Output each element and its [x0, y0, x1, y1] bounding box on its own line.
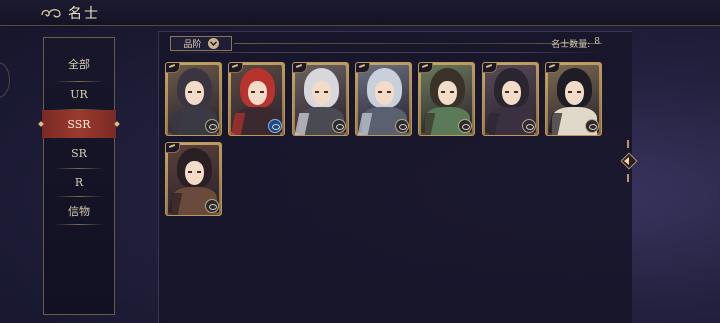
hero-card[interactable] — [482, 62, 539, 136]
hero-count: 名士数量: 8 — [551, 37, 600, 50]
rank-corner-icon — [293, 63, 307, 73]
rank-corner-icon — [356, 63, 370, 73]
filter-divider — [234, 43, 602, 44]
faction-badge-icon — [268, 119, 282, 133]
hero-card[interactable] — [418, 62, 475, 136]
sidebar-item-sr[interactable]: SR — [44, 139, 114, 167]
rank-corner-icon — [229, 63, 243, 73]
rank-corner-icon — [483, 63, 497, 73]
hero-card[interactable] — [545, 62, 602, 136]
side-expand-tab[interactable] — [620, 140, 638, 182]
sidebar-item-label: SR — [71, 146, 87, 160]
hero-face — [248, 81, 267, 105]
sidebar-item-label: SSR — [67, 117, 91, 131]
tab-spike — [627, 140, 629, 148]
hero-eyes — [568, 91, 581, 93]
hero-card[interactable] — [165, 62, 222, 136]
sidebar-item-label: R — [74, 175, 84, 189]
hero-eyes — [188, 91, 201, 93]
sidebar-item-ssr[interactable]: SSR — [42, 110, 116, 138]
hero-face — [312, 81, 331, 105]
chevron-down-icon — [207, 38, 219, 49]
hero-count-value: 8 — [594, 37, 600, 47]
hero-eyes — [505, 91, 518, 93]
hero-face — [185, 81, 204, 105]
arrow-left-icon — [624, 157, 629, 165]
hero-face — [438, 81, 457, 105]
faction-badge-icon — [585, 119, 599, 133]
rarity-sidebar: 全部 UR SSR SR R 信物 — [42, 37, 116, 315]
faction-badge-icon — [205, 199, 219, 213]
rank-corner-icon — [546, 63, 560, 73]
sidebar-item-all[interactable]: 全部 — [44, 50, 114, 78]
faction-badge-icon — [522, 119, 536, 133]
hero-count-label: 名士数量: — [551, 40, 591, 50]
hero-eyes — [315, 91, 328, 93]
hero-eyes — [188, 171, 201, 173]
faction-badge-icon — [395, 119, 409, 133]
hero-card[interactable] — [292, 62, 349, 136]
page-title: 名士 — [68, 6, 100, 22]
hero-card[interactable] — [228, 62, 285, 136]
faction-badge-icon — [205, 119, 219, 133]
hero-eyes — [441, 91, 454, 93]
sidebar-item-token[interactable]: 信物 — [44, 197, 114, 225]
filter-label: 品阶 — [183, 40, 202, 50]
hero-card[interactable] — [165, 142, 222, 216]
sidebar-item-label: 信物 — [68, 205, 90, 218]
left-edge-ornament — [0, 62, 10, 98]
hero-card[interactable] — [355, 62, 412, 136]
hero-eyes — [378, 91, 391, 93]
separator — [166, 52, 603, 53]
hero-face — [185, 161, 204, 185]
top-bar: 名士 — [0, 0, 720, 26]
sidebar-item-label: UR — [70, 87, 88, 101]
tab-spike — [627, 174, 629, 182]
rank-corner-icon — [419, 63, 433, 73]
faction-badge-icon — [332, 119, 346, 133]
title-wrap: 名士 — [40, 3, 100, 23]
hero-face — [375, 81, 394, 105]
sidebar-item-ur[interactable]: UR — [44, 80, 114, 108]
sidebar-item-r[interactable]: R — [44, 168, 114, 196]
rank-corner-icon — [166, 143, 180, 153]
hero-face — [502, 81, 521, 105]
sidebar-item-label: 全部 — [68, 58, 90, 71]
swirl-cloud-icon — [41, 9, 61, 18]
hero-face — [565, 81, 584, 105]
rank-corner-icon — [166, 63, 180, 73]
hero-eyes — [251, 91, 264, 93]
rarity-filter-dropdown[interactable]: 品阶 — [170, 36, 232, 51]
faction-badge-icon — [458, 119, 472, 133]
